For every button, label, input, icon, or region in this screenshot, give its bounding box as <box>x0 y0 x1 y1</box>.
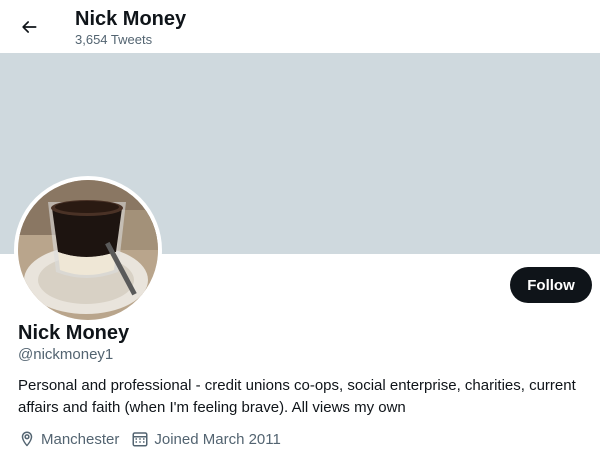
avatar[interactable] <box>14 176 162 324</box>
avatar-image <box>18 180 158 320</box>
profile-bio: Personal and professional - credit union… <box>18 377 576 416</box>
location-pin-icon <box>21 431 33 447</box>
header-title: Nick Money <box>75 8 187 30</box>
calendar-icon <box>132 432 148 447</box>
profile-page: Nick Money 3,654 Tweets Follow Nick Mone… <box>0 0 600 451</box>
top-bar: Nick Money 3,654 Tweets <box>0 0 600 53</box>
follow-button[interactable]: Follow <box>510 267 592 303</box>
joined-item: Joined March 2011 <box>131 430 281 448</box>
location-item: Manchester <box>18 430 119 448</box>
profile-name: Nick Money <box>18 322 130 344</box>
profile-handle: @nickmoney1 <box>18 346 114 363</box>
location-text: Manchester <box>41 430 120 448</box>
back-button[interactable] <box>12 10 46 44</box>
profile-meta: Manchester Joined March 2011 <box>18 428 293 450</box>
joined-text: Joined March 2011 <box>154 430 281 448</box>
arrow-left-icon <box>22 21 37 33</box>
tweet-count: 3,654 Tweets <box>75 32 153 47</box>
